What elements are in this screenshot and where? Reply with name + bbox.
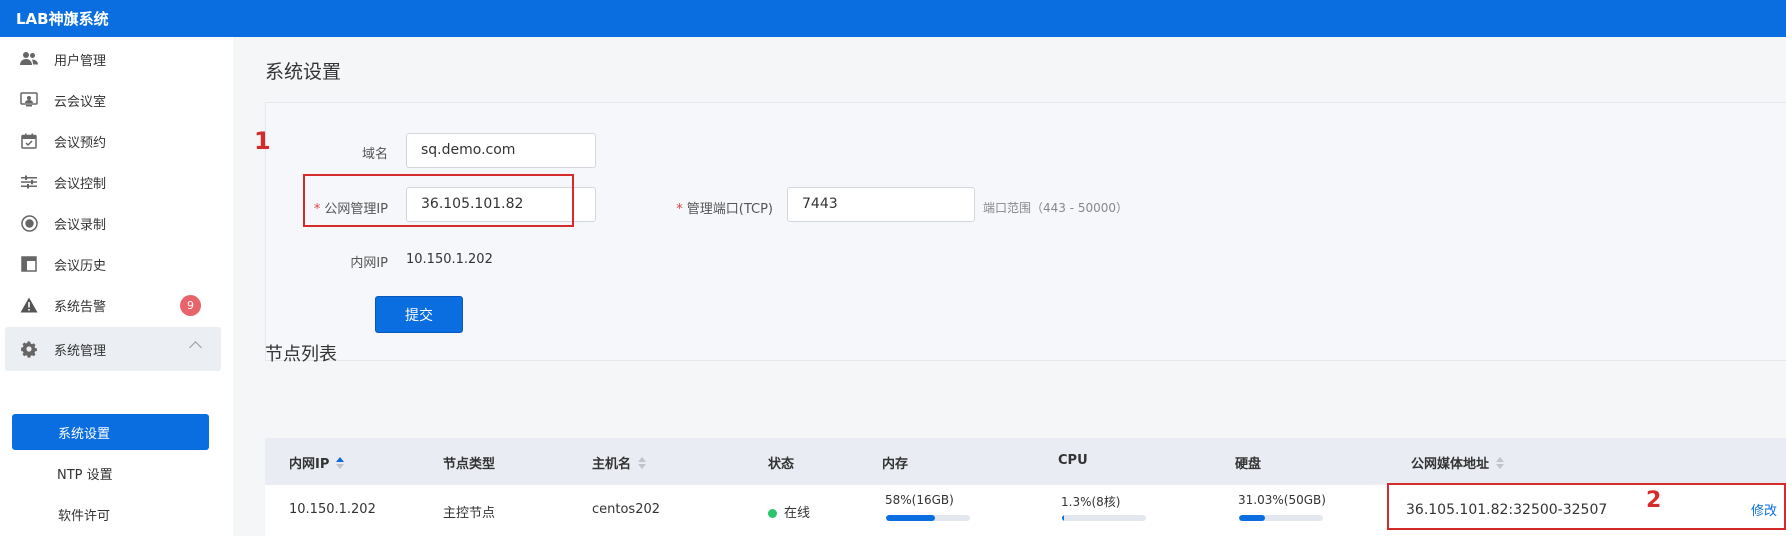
sidebar-subitem-ntp-settings[interactable]: NTP 设置: [12, 455, 209, 491]
sidebar-group-system-management[interactable]: 系统管理: [5, 327, 221, 371]
column-header-memory: 内存: [882, 457, 909, 472]
column-header-node-type: 节点类型: [443, 457, 496, 472]
disk-usage-fill: [1239, 515, 1266, 521]
status-online-dot: [768, 509, 777, 518]
sidebar-item-label: 用户管理: [54, 53, 107, 69]
sidebar-item-meeting-rooms[interactable]: 云会议室: [0, 78, 233, 122]
sidebar-subitem-label: 软件许可: [58, 508, 111, 524]
chevron-up-icon: [189, 341, 202, 354]
column-header-disk: 硬盘: [1235, 457, 1262, 472]
alert-count-badge: 9: [180, 294, 201, 316]
port-input[interactable]: 7443: [787, 187, 975, 222]
meeting-room-icon: [20, 91, 38, 109]
memory-usage-fill: [886, 515, 935, 521]
sidebar-item-label: 会议控制: [54, 176, 107, 192]
sidebar-item-label: 系统管理: [54, 343, 107, 359]
column-header-status: 状态: [768, 457, 795, 472]
column-header-hostname[interactable]: 主机名: [592, 453, 647, 472]
internal-ip-label: 内网IP: [350, 256, 388, 271]
sidebar-item-users[interactable]: 用户管理: [0, 37, 233, 81]
annotation-box-1: [303, 174, 574, 227]
record-icon: [20, 214, 38, 232]
sidebar-subitem-software-license[interactable]: 软件许可: [12, 496, 209, 532]
annotation-box-2: [1387, 483, 1786, 530]
node-list-title: 节点列表: [265, 344, 337, 365]
submit-button[interactable]: 提交: [375, 296, 463, 333]
sidebar-item-recording[interactable]: 会议录制: [0, 201, 233, 245]
disk-usage-bar: [1239, 515, 1323, 521]
cpu-usage-fill: [1062, 515, 1064, 521]
domain-input[interactable]: sq.demo.com: [406, 133, 596, 168]
sidebar-item-label: 会议历史: [54, 258, 107, 274]
sidebar-subitem-system-settings[interactable]: 系统设置: [12, 414, 209, 450]
cpu-usage-bar: [1062, 515, 1146, 521]
internal-ip-value: 10.150.1.202: [406, 252, 493, 267]
cell-internal-ip: 10.150.1.202: [289, 502, 376, 517]
cell-disk: 31.03%(50GB): [1238, 493, 1326, 507]
port-label: * 管理端口(TCP): [676, 202, 773, 217]
sidebar: 用户管理 云会议室 会议预约 会议控制 会议录制 会议历史 系统告警 9 系统管…: [0, 37, 233, 536]
column-header-media-address[interactable]: 公网媒体地址: [1411, 453, 1505, 472]
sidebar-item-booking[interactable]: 会议预约: [0, 119, 233, 163]
annotation-number-2: 2: [1646, 488, 1662, 513]
history-icon: [20, 255, 38, 273]
gear-icon: [20, 340, 38, 358]
cell-node-type: 主控节点: [443, 506, 496, 521]
cell-memory: 58%(16GB): [885, 493, 954, 507]
app-title: LAB神旗系统: [16, 10, 109, 28]
port-range-hint: 端口范围（443 - 50000）: [983, 201, 1129, 215]
sidebar-item-label: 会议录制: [54, 217, 107, 233]
sidebar-item-label: 会议预约: [54, 135, 107, 151]
top-bar: LAB神旗系统: [0, 0, 1786, 37]
sort-icon[interactable]: [638, 456, 647, 469]
sidebar-item-history[interactable]: 会议历史: [0, 242, 233, 286]
alert-icon: [20, 296, 38, 314]
memory-usage-bar: [886, 515, 970, 521]
sidebar-item-label: 系统告警: [54, 299, 107, 315]
column-header-internal-ip[interactable]: 内网IP: [289, 453, 345, 472]
annotation-number-1: 1: [254, 127, 271, 155]
page-title: 系统设置: [265, 61, 342, 83]
sidebar-item-label: 云会议室: [54, 94, 107, 110]
table-header: 内网IP 节点类型 主机名 状态 内存 CPU 硬盘 公网媒体地址: [265, 438, 1786, 485]
sort-icon[interactable]: [336, 456, 345, 469]
domain-label: 域名: [361, 147, 388, 162]
sidebar-item-alerts[interactable]: 系统告警 9: [0, 283, 233, 327]
column-header-cpu: CPU: [1058, 453, 1088, 468]
cell-hostname: centos202: [592, 502, 661, 517]
required-asterisk: *: [676, 202, 683, 217]
sort-icon[interactable]: [1496, 456, 1505, 469]
sidebar-subitem-label: NTP 设置: [57, 467, 113, 483]
sidebar-subitem-label: 系统设置: [58, 426, 111, 442]
cell-status: 在线: [768, 502, 810, 521]
calendar-check-icon: [20, 132, 38, 150]
users-icon: [20, 50, 38, 68]
sliders-icon: [20, 173, 38, 191]
sidebar-item-control[interactable]: 会议控制: [0, 160, 233, 204]
cell-cpu: 1.3%(8核): [1061, 495, 1121, 509]
